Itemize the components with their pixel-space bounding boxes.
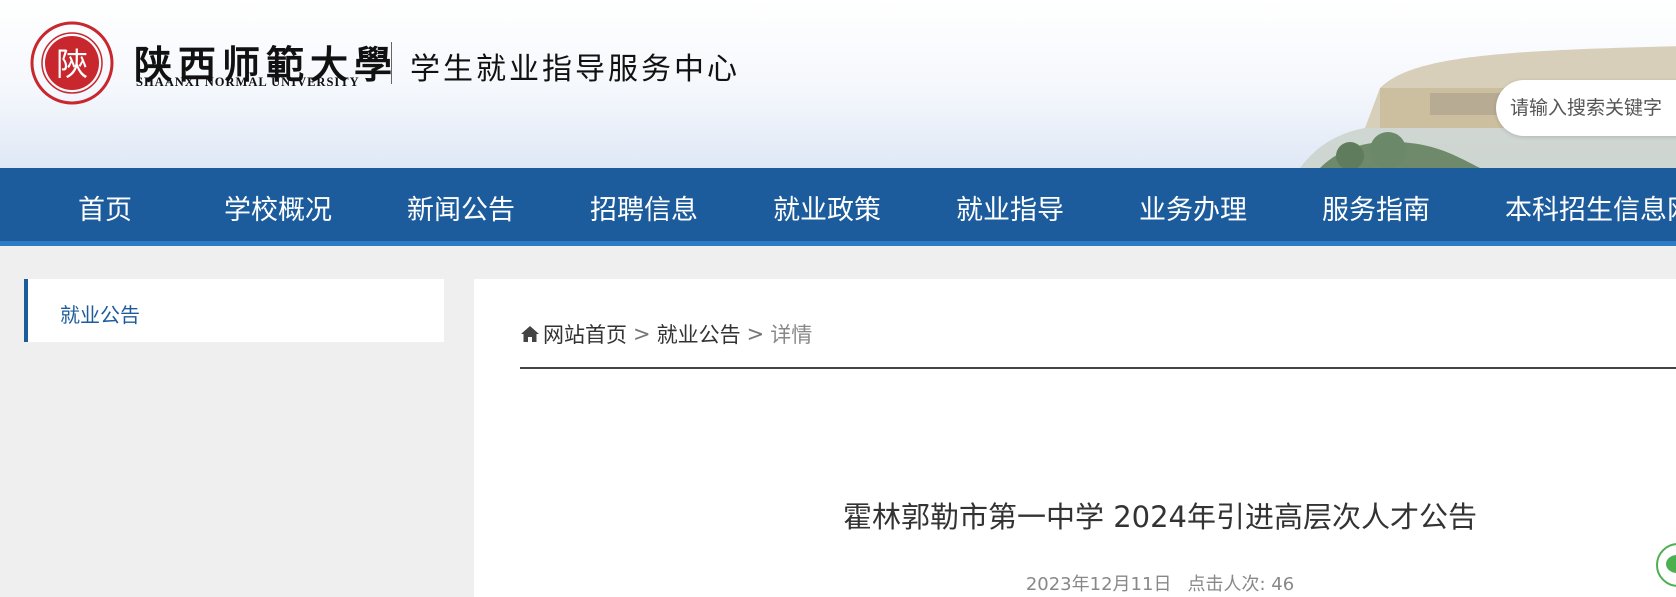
article-panel: 网站首页 > 就业公告 > 详情 霍林郭勒市第一中学 2024年引进高层次人才公…	[474, 279, 1676, 597]
breadcrumb: 网站首页 > 就业公告 > 详情	[520, 319, 812, 349]
nav-item-school-overview[interactable]: 学校概况	[224, 188, 332, 227]
sidebar-item-label: 就业公告	[60, 303, 140, 327]
nav-item-news[interactable]: 新闻公告	[407, 188, 515, 227]
breadcrumb-separator: >	[633, 322, 651, 346]
breadcrumb-current: 详情	[770, 323, 813, 347]
sidebar-item-employment-notice[interactable]: 就业公告	[24, 279, 444, 342]
site-title: 学生就业指导服务中心	[410, 52, 740, 87]
nav-item-admissions[interactable]: 本科招生信息网	[1505, 188, 1676, 227]
header: 陝 陕西师範大學 SHAANXI NORMAL UNIVERSITY 学生就业指…	[0, 0, 1676, 168]
article-meta: 2023年12月11日 点击人次: 46	[474, 570, 1676, 596]
views-label: 点击人次:	[1187, 574, 1266, 595]
article-title: 霍林郭勒市第一中学 2024年引进高层次人才公告	[842, 500, 1478, 534]
nav-item-employment-guidance[interactable]: 就业指导	[956, 188, 1064, 227]
home-icon	[521, 326, 539, 342]
search-input[interactable]	[1510, 97, 1676, 119]
university-name-en: SHAANXI NORMAL UNIVERSITY	[136, 75, 360, 89]
breadcrumb-section[interactable]: 就业公告	[657, 319, 741, 349]
seal-char: 陝	[56, 45, 88, 83]
nav-item-business[interactable]: 业务办理	[1139, 188, 1247, 227]
main-nav: 首页 学校概况 新闻公告 招聘信息 就业政策 就业指导 业务办理 服务指南 本科…	[0, 168, 1676, 246]
breadcrumb-home[interactable]: 网站首页	[543, 319, 627, 349]
university-seal-icon[interactable]: 陝	[27, 20, 121, 106]
nav-item-home[interactable]: 首页	[78, 188, 132, 227]
breadcrumb-separator: >	[746, 322, 765, 346]
search-box[interactable]	[1496, 80, 1676, 136]
article-date: 2023年12月11日	[1025, 574, 1172, 595]
nav-item-recruitment[interactable]: 招聘信息	[590, 188, 698, 227]
nav-item-service-guide[interactable]: 服务指南	[1322, 188, 1430, 227]
breadcrumb-divider	[520, 367, 1676, 369]
logo-divider	[391, 42, 392, 84]
nav-item-employment-policy[interactable]: 就业政策	[773, 188, 881, 227]
views-count: 46	[1271, 574, 1295, 595]
wechat-bubble-icon	[1666, 555, 1676, 573]
